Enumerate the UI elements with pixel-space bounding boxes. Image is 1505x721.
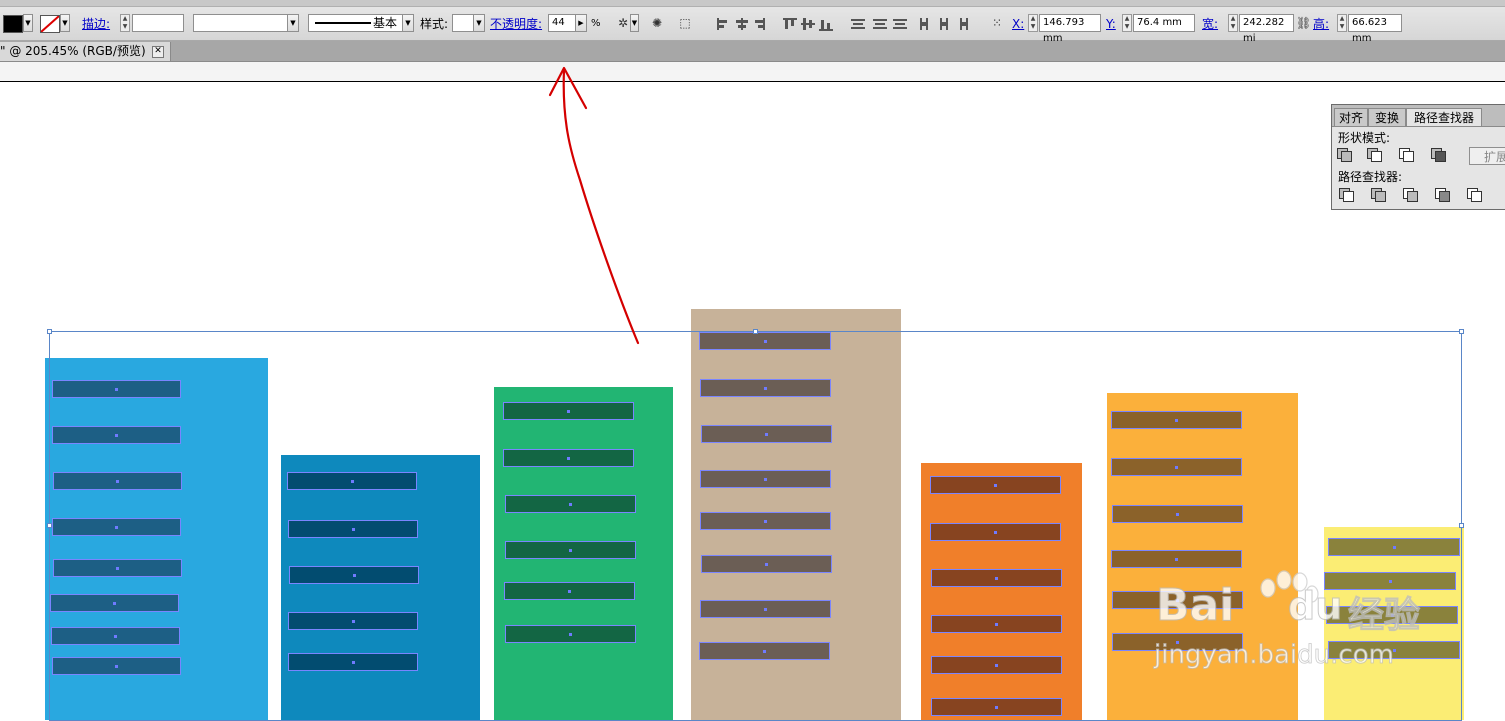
opacity-label[interactable]: 不透明度: xyxy=(490,14,542,34)
control-bar: ▼ ▼ 描边: ▲ ▼ ▼ 基本 ▼ 样式: ▼ 不透明度: 44 ▶ % ✲ ▼… xyxy=(0,0,1505,44)
stroke-weight-field[interactable] xyxy=(132,14,184,32)
pathfinders-label: 路径查找器: xyxy=(1338,170,1403,184)
width-label[interactable]: 宽: xyxy=(1202,14,1218,34)
exclude-button[interactable] xyxy=(1430,147,1446,162)
x-field[interactable]: 146.793 mm xyxy=(1039,14,1101,44)
crop-button[interactable] xyxy=(1434,187,1450,202)
tab-transform[interactable]: 变换 xyxy=(1368,108,1406,126)
expand-button[interactable]: 扩展 xyxy=(1469,147,1505,165)
stroke-swatch[interactable] xyxy=(40,15,60,33)
selection-handle-middle-right[interactable] xyxy=(1459,523,1464,528)
no-stroke-icon xyxy=(41,16,59,32)
tab-align[interactable]: 对齐 xyxy=(1334,108,1368,126)
selection-handle-top-left[interactable] xyxy=(47,329,52,334)
document-tab-title: " @ 205.45% (RGB/预览) xyxy=(0,44,146,58)
height-label[interactable]: 高: xyxy=(1313,14,1329,34)
watermark-brand-cn: 经验 xyxy=(1347,595,1421,637)
pathfinder-panel: 对齐 变换 路径查找器 形状模式: 扩展 路径查找器: xyxy=(1331,104,1505,210)
graphic-style-swatch[interactable] xyxy=(452,14,474,32)
align-buttons xyxy=(715,16,910,32)
brush-style-value: 基本 xyxy=(373,16,398,30)
reference-point-icon[interactable]: ⁙ xyxy=(988,15,1006,31)
x-spinner[interactable]: ▲ ▼ xyxy=(1028,14,1038,32)
selection-handle-middle-left[interactable] xyxy=(47,523,52,528)
minus-front-button[interactable] xyxy=(1366,147,1382,162)
y-field[interactable]: 76.4 mm xyxy=(1133,14,1195,32)
outline-button[interactable] xyxy=(1466,187,1482,202)
opacity-percent: % xyxy=(591,18,601,29)
brush-line-icon xyxy=(315,22,371,24)
height-field[interactable]: 66.623 mm xyxy=(1348,14,1402,44)
opacity-slider-toggle[interactable]: ▶ xyxy=(575,14,587,32)
annotation-arrow xyxy=(548,66,640,345)
watermark-brand: Bai xyxy=(1155,580,1235,632)
tab-pathfinder[interactable]: 路径查找器 xyxy=(1406,108,1482,126)
stroke-weight-spinner[interactable]: ▲ ▼ xyxy=(120,14,130,32)
document-tab-bar: " @ 205.45% (RGB/预览) ✕ xyxy=(0,41,1505,62)
selection-handle-top-right[interactable] xyxy=(1459,329,1464,334)
recolor-dropdown[interactable]: ▼ xyxy=(630,14,639,32)
watermark-url: jingyan.baidu.com xyxy=(1154,640,1395,671)
height-spinner[interactable]: ▲ ▼ xyxy=(1337,14,1347,32)
document-tab[interactable]: " @ 205.45% (RGB/预览) ✕ xyxy=(0,42,171,61)
shape-modes-label: 形状模式: xyxy=(1338,131,1391,145)
watermark-brand-tail: du xyxy=(1287,584,1343,629)
merge-button[interactable] xyxy=(1402,187,1418,202)
y-label[interactable]: Y: xyxy=(1106,14,1116,34)
isolate-group-icon[interactable]: ✺ xyxy=(648,15,666,31)
close-tab-icon[interactable]: ✕ xyxy=(152,46,164,58)
width-field[interactable]: 242.282 mi xyxy=(1239,14,1294,44)
graphic-style-dropdown[interactable]: ▼ xyxy=(473,14,485,32)
canvas-top-strip xyxy=(0,62,1505,82)
selection-handle-top-center[interactable] xyxy=(753,329,758,334)
brush-dropdown[interactable]: ▼ xyxy=(402,14,414,32)
variable-width-dropdown[interactable]: ▼ xyxy=(287,14,299,32)
fill-dropdown[interactable]: ▼ xyxy=(23,14,33,32)
panel-tab-strip: 对齐 变换 路径查找器 xyxy=(1332,105,1505,127)
x-label[interactable]: X: xyxy=(1012,14,1024,34)
transform-reference-icon[interactable]: ⬚ xyxy=(676,15,694,31)
stroke-label[interactable]: 描边: xyxy=(82,14,110,34)
divide-button[interactable] xyxy=(1338,187,1354,202)
menu-strip xyxy=(0,0,1505,7)
intersect-button[interactable] xyxy=(1398,147,1414,162)
y-spinner[interactable]: ▲ ▼ xyxy=(1122,14,1132,32)
fill-swatch[interactable] xyxy=(3,15,23,33)
unite-button[interactable] xyxy=(1336,147,1352,162)
width-spinner[interactable]: ▲ ▼ xyxy=(1228,14,1238,32)
distribute-buttons xyxy=(918,16,978,32)
align-icons xyxy=(717,18,907,31)
trim-button[interactable] xyxy=(1370,187,1386,202)
opacity-field[interactable]: 44 xyxy=(548,14,576,32)
brush-definition-field[interactable]: 基本 xyxy=(308,14,414,32)
style-label: 样式: xyxy=(420,17,449,31)
variable-width-field[interactable] xyxy=(193,14,299,32)
constrain-proportions-icon[interactable]: ⛓ xyxy=(1296,15,1311,31)
baidu-watermark: Bai du 经验 jingyan.baidu.com xyxy=(1150,560,1450,670)
stroke-dropdown[interactable]: ▼ xyxy=(60,14,70,32)
